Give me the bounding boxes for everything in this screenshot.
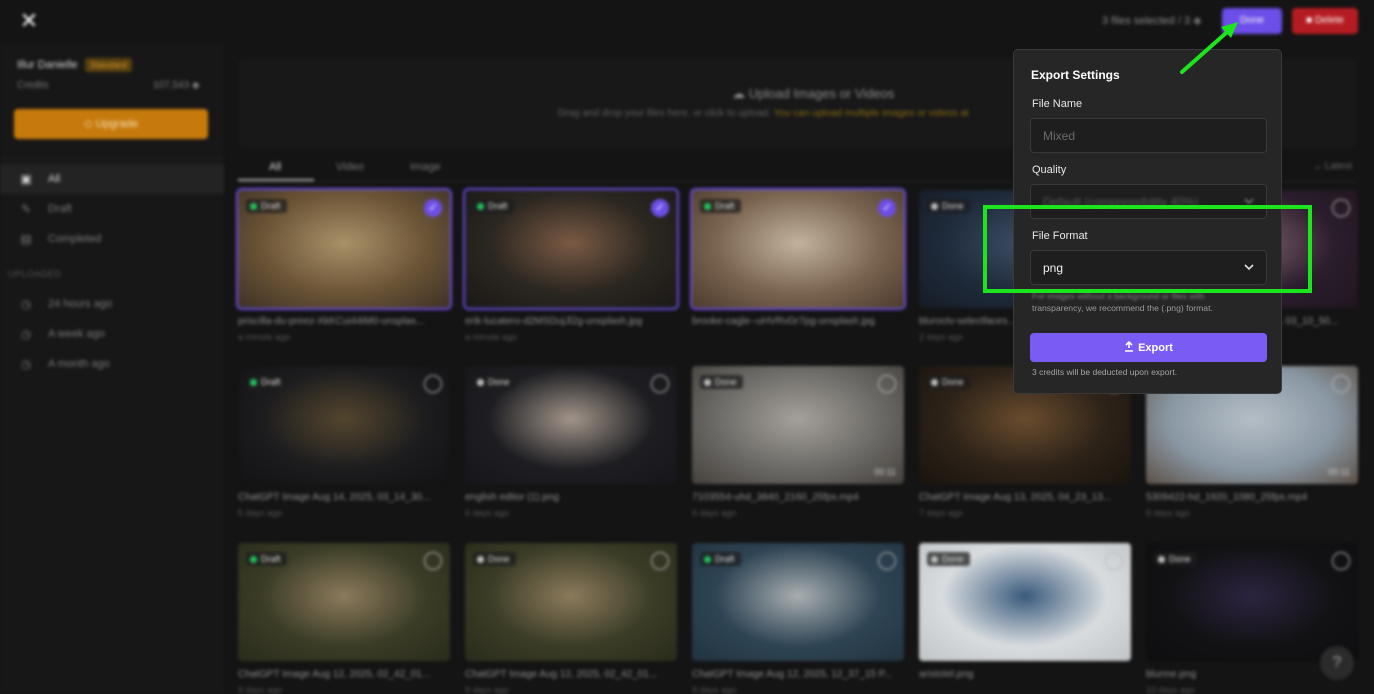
annotation-arrow [1180,22,1238,74]
